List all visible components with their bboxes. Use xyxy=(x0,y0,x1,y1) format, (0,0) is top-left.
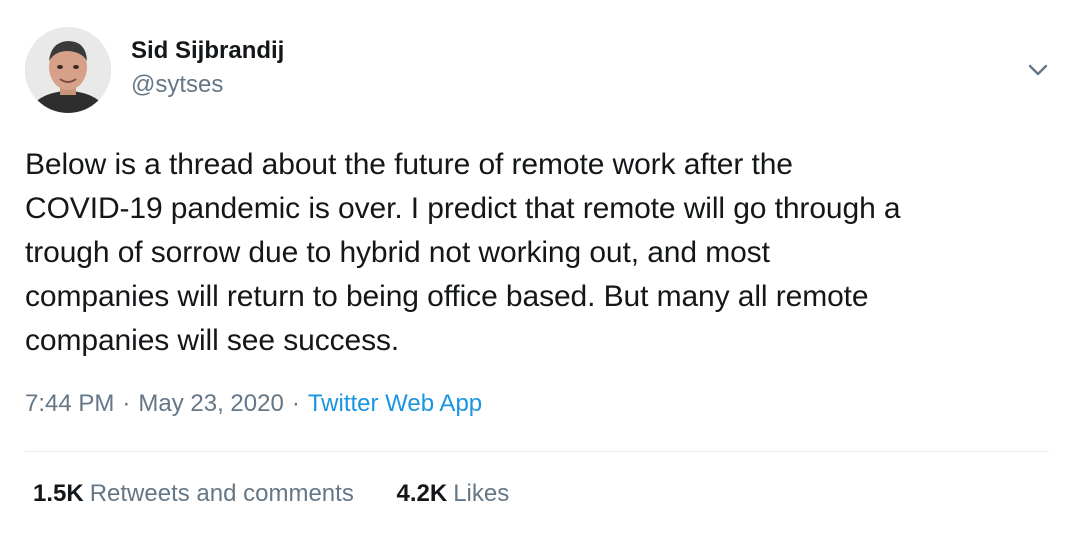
tweet-text-line: companies will return to being office ba… xyxy=(25,280,869,313)
user-avatar-icon xyxy=(25,27,111,113)
author-name[interactable]: Sid Sijbrandij xyxy=(131,36,284,66)
tweet-time[interactable]: 7:44 PM xyxy=(25,390,114,417)
tweet-card: Sid Sijbrandij @sytses Below is a thread… xyxy=(0,0,1070,538)
tweet-menu-button[interactable] xyxy=(1022,56,1054,84)
chevron-down-icon xyxy=(1028,64,1048,76)
author-handle[interactable]: @sytses xyxy=(131,70,223,100)
meta-separator: · xyxy=(291,390,300,417)
likes-label: Likes xyxy=(453,480,510,507)
tweet-text: Below is a thread about the future of re… xyxy=(25,143,1055,363)
retweets-count: 1.5K xyxy=(33,480,84,507)
tweet-text-line: trough of sorrow due to hybrid not worki… xyxy=(25,236,770,269)
tweet-meta: 7:44 PM · May 23, 2020 · Twitter Web App xyxy=(25,388,482,420)
tweet-text-line: COVID-19 pandemic is over. I predict tha… xyxy=(25,192,901,225)
likes-stat[interactable]: 4.2K Likes xyxy=(397,478,510,510)
retweets-stat[interactable]: 1.5K Retweets and comments xyxy=(33,478,354,510)
likes-count: 4.2K xyxy=(396,480,448,507)
divider xyxy=(25,451,1049,452)
author-avatar[interactable] xyxy=(25,27,111,113)
meta-separator: · xyxy=(122,390,131,417)
tweet-text-line: Below is a thread about the future of re… xyxy=(25,148,793,181)
tweet-date[interactable]: May 23, 2020 xyxy=(138,390,283,417)
tweet-source-link[interactable]: Twitter Web App xyxy=(308,390,482,417)
tweet-stats: 1.5K Retweets and comments 4.2K Likes xyxy=(33,478,509,510)
tweet-text-line: companies will see success. xyxy=(25,324,400,357)
retweets-label: Retweets and comments xyxy=(89,480,354,507)
